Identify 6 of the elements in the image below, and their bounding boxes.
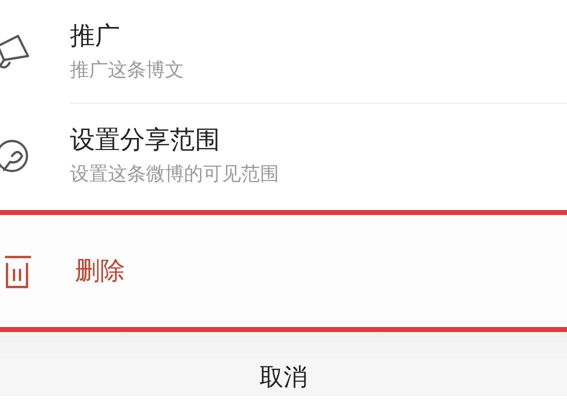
menu-item-subtitle: 设置这条微博的可见范围 xyxy=(70,162,279,187)
menu-item-title[interactable]: 删除 xyxy=(75,254,125,288)
menu-item-subtitle: 推广这条博文 xyxy=(70,58,184,82)
menu-item-title[interactable]: 设置分享范围 xyxy=(70,123,220,157)
menu-item-title[interactable]: 推广 xyxy=(70,18,120,52)
cancel-button[interactable]: 取消 xyxy=(0,354,567,396)
